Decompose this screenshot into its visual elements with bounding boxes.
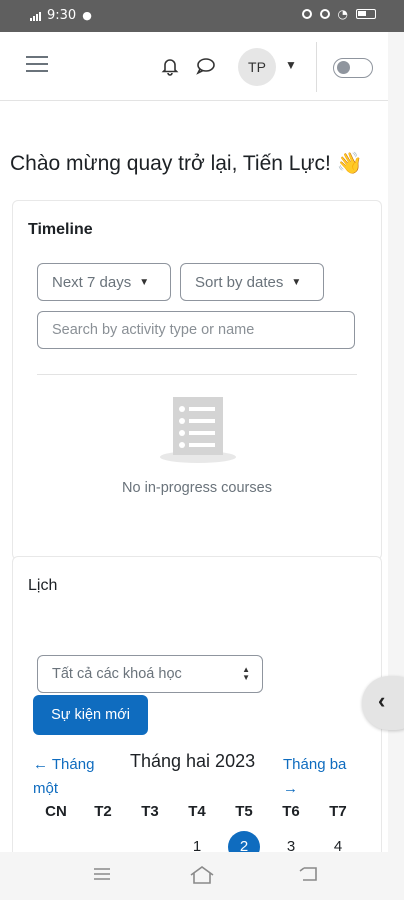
battery-icon: [356, 9, 376, 19]
home-icon[interactable]: [188, 864, 216, 886]
page-title: Chào mừng quay trở lại, Tiến Lực! 👋: [10, 152, 363, 175]
updown-icon: ▲ ▼: [242, 665, 250, 682]
timeline-title: Timeline: [28, 221, 93, 238]
current-month-title: Tháng hai 2023: [130, 751, 256, 771]
weekday-header: T7: [329, 803, 347, 820]
user-initials: TP: [248, 59, 266, 75]
chevron-down-icon: ▼: [291, 276, 302, 288]
timeline-range-select[interactable]: Next 7 days ▼: [37, 263, 171, 301]
chat-icon[interactable]: [195, 56, 217, 76]
calendar-title: Lịch: [28, 577, 58, 594]
alarm-icon: [301, 9, 312, 19]
divider: [37, 374, 357, 375]
bell-icon[interactable]: [160, 56, 180, 76]
prev-month-link[interactable]: ← Tháng một: [33, 753, 123, 801]
signal-icon: [30, 11, 41, 21]
empty-list-icon: [160, 397, 236, 463]
timeline-card: Timeline Next 7 days ▼ Sort by dates ▼ S…: [12, 200, 382, 560]
calendar-card: Lịch Tất cả các khoá học ▲ ▼ Sự kiện mới …: [12, 556, 382, 887]
wifi-icon: ◔: [337, 7, 348, 21]
sort-select-label: Sort by dates: [195, 273, 284, 291]
top-navbar: TP ▼: [0, 32, 388, 101]
chevron-down-icon[interactable]: ▼: [285, 58, 297, 72]
next-month-link[interactable]: Tháng ba →: [283, 753, 363, 801]
course-select[interactable]: Tất cả các khoá học ▲ ▼: [37, 655, 263, 693]
chevron-down-icon: ▼: [139, 276, 150, 288]
new-event-button[interactable]: Sự kiện mới: [33, 695, 148, 735]
timeline-sort-select[interactable]: Sort by dates ▼: [180, 263, 324, 301]
search-placeholder: Search by activity type or name: [52, 322, 255, 338]
notification-icon: ●: [82, 9, 92, 22]
range-select-label: Next 7 days: [52, 273, 132, 291]
weekday-header: T3: [141, 803, 159, 820]
system-nav-bar: [0, 852, 404, 900]
recent-apps-icon[interactable]: [92, 864, 112, 884]
status-time: 9:30: [47, 8, 77, 23]
divider: [316, 42, 317, 92]
back-icon[interactable]: [298, 864, 320, 884]
status-bar: 9:30 ● ◔: [0, 0, 404, 32]
weekday-header: CN: [45, 803, 67, 820]
app-content: TP ▼ Chào mừng quay trở lại, Tiến Lực! 👋…: [0, 32, 388, 887]
weekday-header: T4: [188, 803, 206, 820]
chevron-left-icon: ‹: [378, 688, 386, 713]
edit-mode-toggle[interactable]: [333, 58, 373, 78]
search-input[interactable]: Search by activity type or name: [37, 311, 355, 349]
weekday-header: T5: [235, 803, 253, 820]
weekday-header: T6: [282, 803, 300, 820]
course-select-label: Tất cả các khoá học: [52, 666, 182, 682]
menu-icon[interactable]: [26, 56, 48, 74]
avatar[interactable]: TP: [238, 48, 276, 86]
location-icon: [319, 9, 330, 19]
weekday-header: T2: [94, 803, 112, 820]
empty-state-text: No in-progress courses: [122, 480, 272, 496]
